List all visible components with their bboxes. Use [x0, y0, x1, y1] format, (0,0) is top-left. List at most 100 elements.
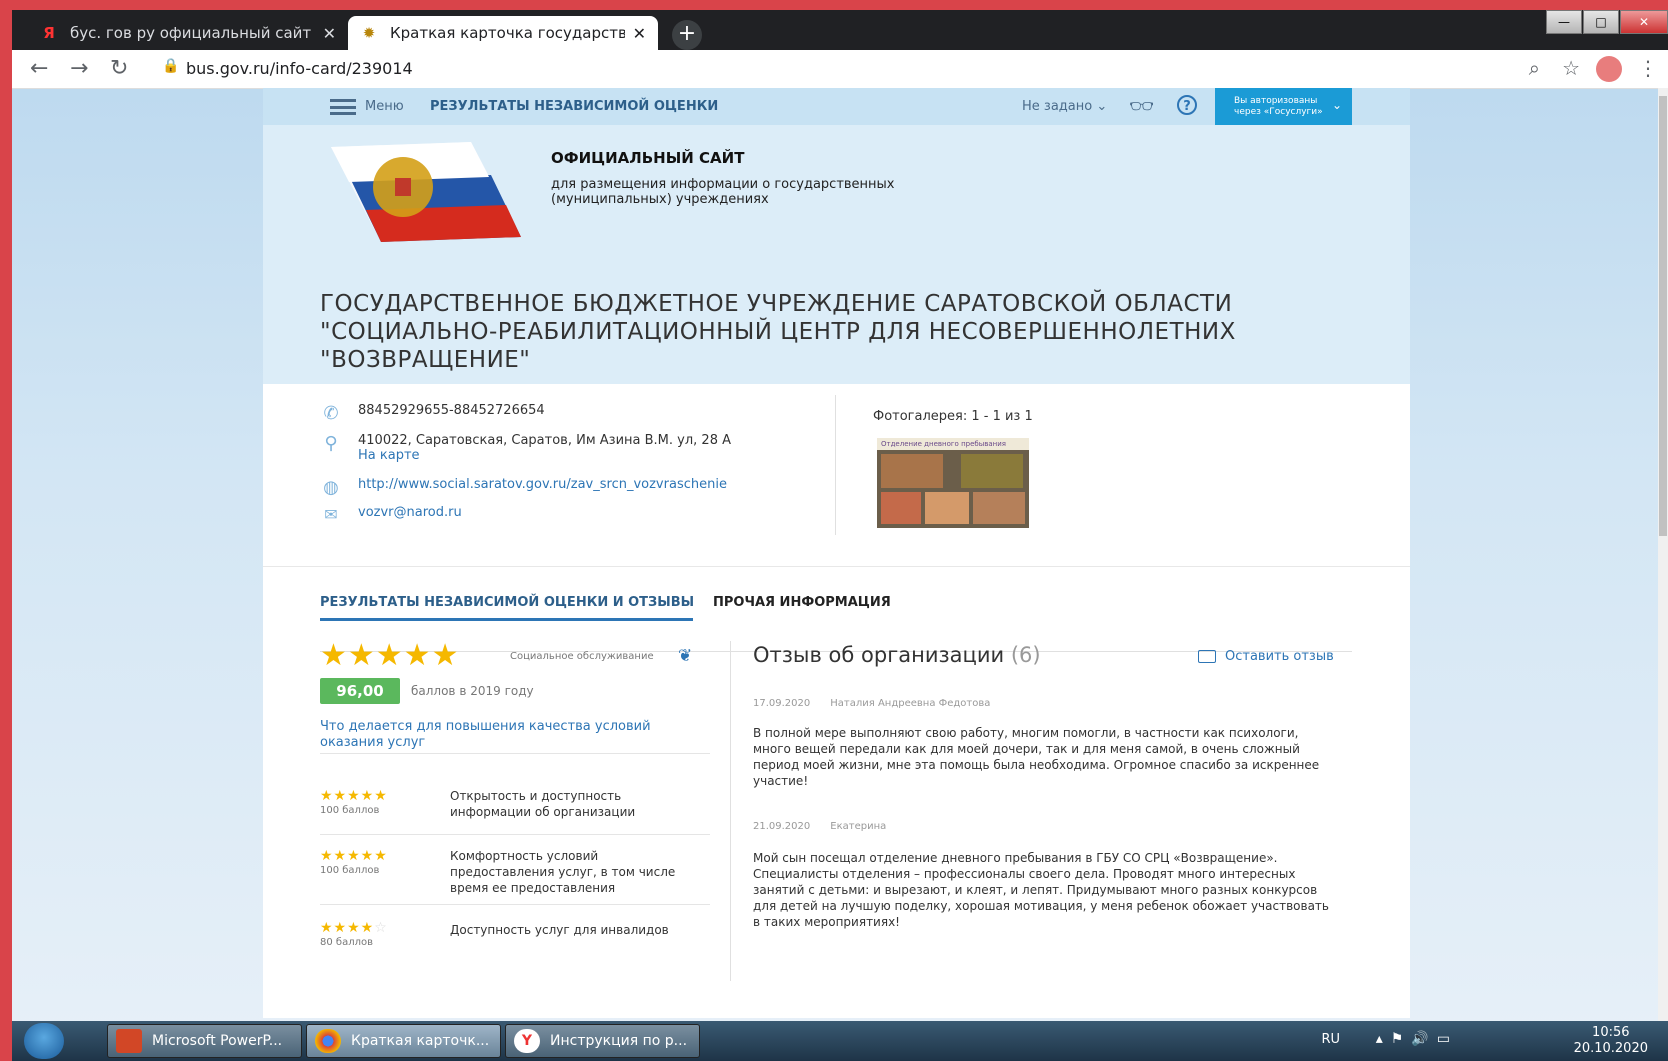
criterion-text: Комфортность условий предоставления услу… — [450, 849, 676, 895]
tab-title: Краткая карточка государствен — [390, 24, 625, 42]
browser-tab-2[interactable]: ✹ Краткая карточка государствен ✕ — [348, 16, 658, 50]
gallery-thumbnail[interactable]: Отделение дневного пребывания — [877, 438, 1029, 528]
taskbar-item-label: Инструкция по р... — [550, 1033, 688, 1049]
taskbar-item-label: Microsoft PowerP... — [152, 1033, 283, 1049]
tray-icons[interactable]: ▴⚑🔊▭ — [1376, 1031, 1458, 1047]
review-meta: 21.09.2020 Екатерина — [753, 821, 886, 832]
divider — [730, 641, 731, 981]
back-icon[interactable]: ← — [30, 56, 48, 81]
lock-icon: 🔒 — [162, 58, 180, 74]
contact-address: ⚲ 410022, Саратовская, Саратов, Им Азина… — [318, 433, 731, 463]
forward-icon[interactable]: → — [70, 56, 88, 81]
rating-stars: ★★★★★ — [320, 638, 460, 673]
nav-results-link[interactable]: РЕЗУЛЬТАТЫ НЕЗАВИСИМОЙ ОЦЕНКИ — [430, 99, 718, 114]
scrollbar-thumb[interactable] — [1659, 96, 1667, 536]
email-link[interactable]: vozvr@narod.ru — [358, 505, 462, 524]
chrome-icon — [315, 1029, 341, 1053]
minimize-button[interactable]: — — [1546, 10, 1582, 34]
taskbar-item-label: Краткая карточк... — [351, 1033, 490, 1049]
divider — [263, 566, 1410, 567]
clock-time: 10:56 — [1592, 1025, 1630, 1040]
hamburger-icon[interactable] — [330, 99, 356, 115]
criterion-stars: ★★★★☆ — [320, 920, 388, 936]
window-close-button[interactable]: ✕ — [1620, 10, 1668, 34]
criterion-points: 80 баллов — [320, 937, 373, 948]
review-date: 21.09.2020 — [753, 821, 811, 832]
leave-review-button[interactable]: Оставить отзыв — [1198, 649, 1334, 664]
gallery-label: Фотогалерея: 1 - 1 из 1 — [873, 409, 1033, 424]
divider — [320, 753, 710, 754]
taskbar-item-yandex[interactable]: Y Инструкция по р... — [505, 1024, 700, 1058]
site-subtitle: для размещения информации о государствен… — [551, 177, 895, 207]
page-content: Меню РЕЗУЛЬТАТЫ НЕЗАВИСИМОЙ ОЦЕНКИ Не за… — [263, 88, 1410, 1018]
help-icon[interactable]: ? — [1177, 95, 1197, 115]
criterion-text: Доступность услуг для инвалидов — [450, 923, 669, 937]
review-date: 17.09.2020 — [753, 698, 811, 709]
yandex-icon: Я — [43, 24, 55, 42]
site-title: ОФИЦИАЛЬНЫЙ САЙТ — [551, 149, 745, 167]
taskbar-item-chrome[interactable]: Краткая карточк... — [306, 1024, 501, 1058]
zoom-icon[interactable]: ⌕ — [1529, 56, 1540, 80]
contact-website: ◍ http://www.social.saratov.gov.ru/zav_s… — [318, 477, 727, 498]
divider — [835, 395, 836, 535]
yandex-browser-icon: Y — [514, 1029, 540, 1053]
tab-results[interactable]: РЕЗУЛЬТАТЫ НЕЗАВИСИМОЙ ОЦЕНКИ И ОТЗЫВЫ — [320, 595, 694, 610]
address-value: 410022, Саратовская, Саратов, Им Азина В… — [358, 433, 731, 448]
score-badge: 96,00 — [320, 678, 400, 704]
clock[interactable]: 10:56 20.10.2020 — [1574, 1025, 1648, 1057]
language-indicator[interactable]: RU — [1321, 1032, 1340, 1047]
criterion-points: 100 баллов — [320, 865, 380, 876]
region-select-value: Не задано — [1022, 99, 1093, 114]
phone-icon: ✆ — [323, 403, 339, 424]
review-meta: 17.09.2020 Наталия Андреевна Федотова — [753, 698, 990, 709]
auth-button[interactable]: Вы авторизованы через «Госуслуги» ⌄ — [1215, 88, 1352, 125]
mail-icon: ✉ — [324, 505, 338, 524]
score-year: баллов в 2019 году — [411, 684, 534, 698]
organization-name: ГОСУДАРСТВЕННОЕ БЮДЖЕТНОЕ УЧРЕЖДЕНИЕ САР… — [320, 291, 1236, 373]
review-author: Екатерина — [830, 821, 887, 832]
active-tab-underline — [320, 618, 693, 621]
close-icon[interactable]: ✕ — [633, 24, 646, 43]
close-icon[interactable]: ✕ — [323, 24, 336, 43]
clock-date: 20.10.2020 — [1573, 1041, 1648, 1056]
website-link[interactable]: http://www.social.saratov.gov.ru/zav_src… — [358, 477, 727, 498]
bookmark-star-icon[interactable]: ☆ — [1562, 56, 1580, 80]
site-topnav: Меню РЕЗУЛЬТАТЫ НЕЗАВИСИМОЙ ОЦЕНКИ Не за… — [263, 88, 1410, 125]
taskbar-item-powerpoint[interactable]: Microsoft PowerP... — [107, 1024, 302, 1058]
new-tab-button[interactable]: + — [672, 20, 702, 50]
criterion-points: 100 баллов — [320, 805, 380, 816]
contact-phone: ✆ 88452929655-88452726654 — [318, 403, 545, 424]
window-controls: — □ ✕ — [1545, 10, 1668, 34]
review-author: Наталия Андреевна Федотова — [830, 698, 991, 709]
reload-icon[interactable]: ↻ — [110, 56, 128, 81]
start-button[interactable] — [24, 1023, 64, 1059]
powerpoint-icon — [116, 1029, 142, 1053]
page-scrollbar[interactable] — [1658, 88, 1668, 1021]
divider — [320, 904, 710, 905]
url-field[interactable]: bus.gov.ru/info-card/239014 — [186, 59, 413, 78]
maximize-button[interactable]: □ — [1583, 10, 1619, 34]
criterion-stars: ★★★★★ — [320, 848, 388, 864]
browser-tab-1[interactable]: Я бус. гов ру официальный сайт – ✕ — [28, 16, 348, 50]
map-pin-icon: ⚲ — [324, 433, 338, 454]
service-label: Социальное обслуживание — [510, 651, 654, 662]
reviews-title: Отзыв об организации (6) — [753, 643, 1041, 667]
region-select[interactable]: Не задано ⌄ — [1022, 99, 1107, 114]
comment-icon — [1198, 650, 1216, 663]
criterion-text: Открытость и доступность информации об о… — [450, 789, 636, 819]
map-link[interactable]: На карте — [358, 448, 731, 463]
tab-other-info[interactable]: ПРОЧАЯ ИНФОРМАЦИЯ — [713, 595, 891, 610]
menu-link[interactable]: Меню — [365, 99, 404, 114]
review-text: В полной мере выполняют свою работу, мно… — [753, 726, 1320, 788]
browser-menu-icon[interactable]: ⋮ — [1638, 56, 1658, 80]
contact-email: ✉ vozvr@narod.ru — [318, 505, 462, 524]
system-tray: RU ▴⚑🔊▭ 10:56 20.10.2020 — [1268, 1021, 1668, 1061]
glasses-icon[interactable]: 👓︎ — [1129, 94, 1154, 118]
phone-value: 88452929655-88452726654 — [358, 403, 545, 418]
improve-quality-link[interactable]: Что делается для повышения качества усло… — [320, 719, 680, 751]
leave-review-label: Оставить отзыв — [1225, 649, 1334, 664]
profile-avatar[interactable] — [1596, 56, 1622, 82]
flag-emblem-logo — [331, 142, 521, 242]
tab-title: бус. гов ру официальный сайт – — [70, 24, 315, 42]
chevron-down-icon: ⌄ — [1331, 98, 1342, 112]
